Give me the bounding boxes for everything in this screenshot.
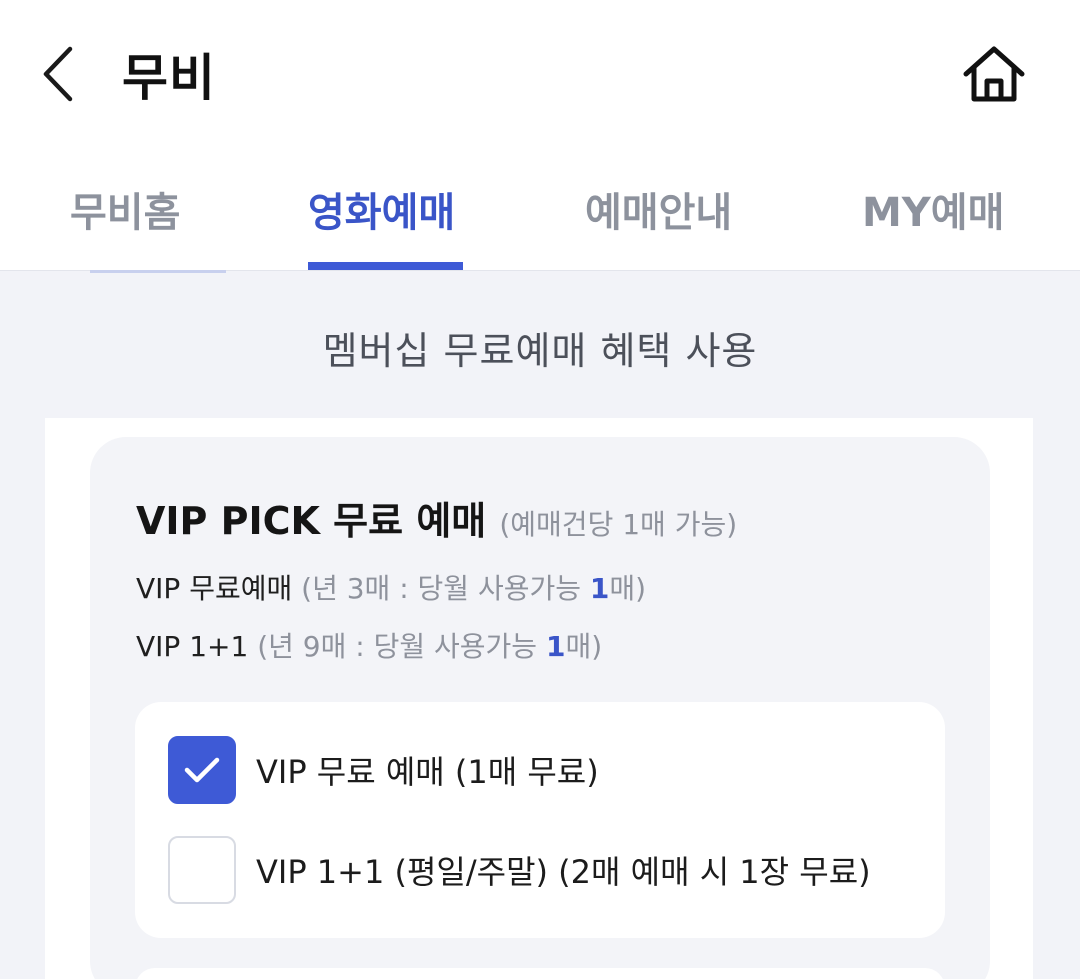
option-vip-free[interactable]: VIP 무료 예매 (1매 무료) — [168, 736, 599, 804]
check-icon — [184, 757, 220, 783]
card-heading-note: (예매건당 1매 가능) — [499, 508, 738, 541]
checkbox-unchecked[interactable] — [168, 836, 236, 904]
info-line-vip-free: VIP 무료예매 (년 3매 : 당월 사용가능 1매) — [136, 567, 646, 607]
info-line-unit: 매) — [565, 630, 603, 663]
chevron-left-icon — [43, 46, 73, 102]
tab-movie-booking[interactable]: 영화예매 — [308, 180, 455, 238]
info-line-unit: 매) — [609, 572, 647, 605]
next-section-card — [135, 968, 945, 979]
card-heading: VIP PICK 무료 예매 (예매건당 1매 가능) — [136, 490, 737, 545]
back-button[interactable] — [30, 42, 86, 106]
info-line-detail: (년 9매 : 당월 사용가능 — [257, 630, 546, 663]
info-line-count: 1 — [589, 572, 610, 605]
tab-movie-home[interactable]: 무비홈 — [70, 180, 180, 238]
info-line-vip-1plus1: VIP 1+1 (년 9매 : 당월 사용가능 1매) — [136, 625, 602, 665]
option-vip-1plus1[interactable]: VIP 1+1 (평일/주말) (2매 예매 시 1장 무료) — [168, 836, 871, 904]
tab-my-booking[interactable]: MY예매 — [862, 180, 1004, 238]
tab-booking-guide[interactable]: 예매안내 — [585, 180, 732, 238]
active-tab-indicator — [308, 262, 463, 270]
home-button[interactable] — [956, 40, 1032, 108]
card-heading-title: VIP PICK 무료 예매 — [136, 499, 487, 543]
info-line-name: VIP 1+1 — [136, 630, 249, 663]
info-line-detail: (년 3매 : 당월 사용가능 — [301, 572, 590, 605]
checkbox-checked[interactable] — [168, 736, 236, 804]
page-title: 무비 — [122, 49, 216, 107]
app-header: 무비 — [0, 0, 1080, 150]
option-label: VIP 무료 예매 (1매 무료) — [256, 753, 599, 791]
home-icon — [963, 46, 1025, 102]
divider — [90, 270, 226, 273]
section-title: 멤버십 무료예매 혜택 사용 — [322, 329, 758, 373]
tab-bar: 무비홈 영화예매 예매안내 MY예매 — [0, 150, 1080, 271]
info-line-count: 1 — [545, 630, 566, 663]
option-label: VIP 1+1 (평일/주말) (2매 예매 시 1장 무료) — [256, 853, 871, 891]
info-line-name: VIP 무료예매 — [136, 572, 293, 605]
